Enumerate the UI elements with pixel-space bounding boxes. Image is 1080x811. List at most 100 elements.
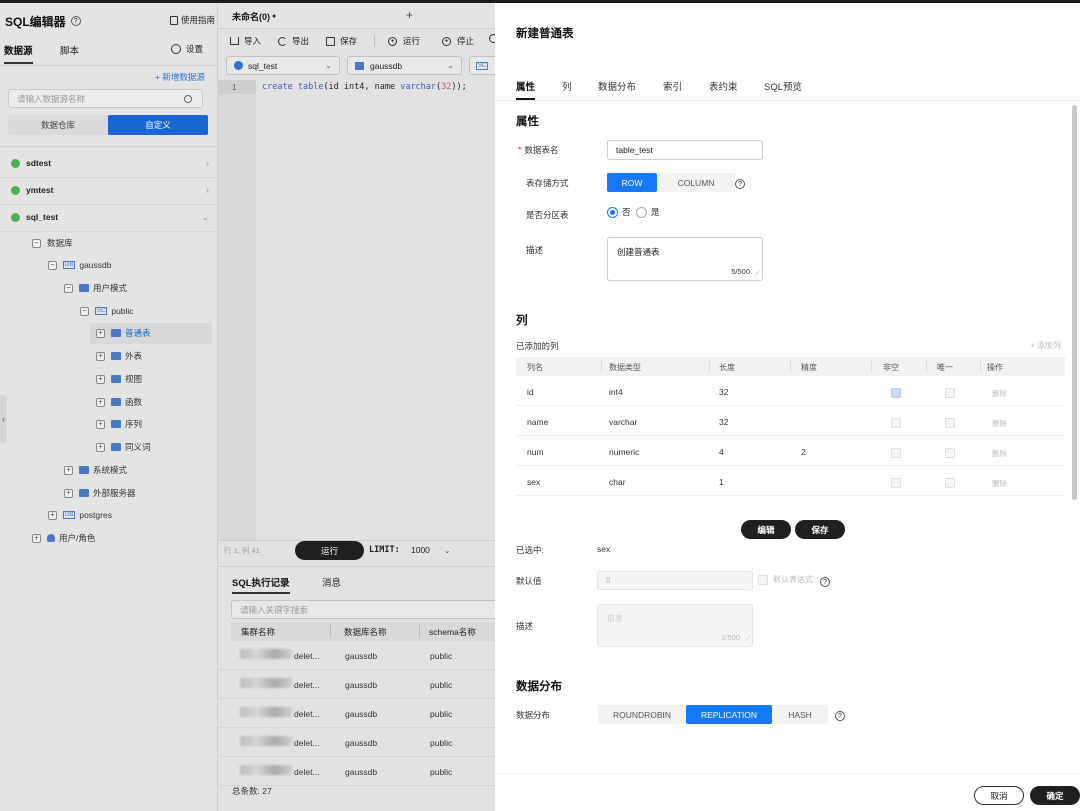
datasource-search[interactable]: 请输入数据源名称 [8,89,203,108]
delete-link[interactable]: 删除 [992,388,1007,399]
source-item-sql-test[interactable]: sql_test ⌄ [11,209,209,225]
database-select[interactable]: gaussdb ⌄ [347,56,462,75]
tab-constraints[interactable]: 表约束 [709,79,738,93]
column-row[interactable]: name varchar 32 删除 [516,406,1065,436]
collapse-icon[interactable]: − [32,238,41,248]
tab-script[interactable]: 脚本 [60,43,79,57]
column-row[interactable]: sex char 1 删除 [516,466,1065,496]
not-null-checkbox[interactable] [891,418,901,428]
save-button[interactable]: 保存 [326,34,357,48]
tree-users-roles[interactable]: + 用户/角色 [32,530,95,546]
column-row[interactable]: id int4 32 删除 [516,376,1065,406]
tree-system-schema[interactable]: + 系统模式 [64,462,127,478]
not-null-checkbox[interactable] [891,448,901,458]
history-search[interactable]: 请输入关键字搜索 [231,600,501,619]
partition-yes-radio[interactable]: 是 [636,206,660,218]
not-null-checkbox-checked[interactable] [891,388,901,398]
column-row[interactable]: num numeric 4 2 删除 [516,436,1065,466]
table-name-input[interactable]: table_test [607,140,763,160]
tab-distribution[interactable]: 数据分布 [598,79,636,93]
collapse-sidebar-handle[interactable]: ‹ [0,395,7,443]
tree-postgres[interactable]: + DB postgres [48,507,112,523]
tree-views[interactable]: + 视图 [96,371,142,387]
export-button[interactable]: 导出 [278,34,309,48]
history-row[interactable]: delet... gaussdb public [218,641,495,670]
tab-datasource[interactable]: 数据源 [4,43,33,64]
confirm-button[interactable]: 确定 [1030,786,1080,805]
resize-handle-icon[interactable]: ⟋ [745,636,750,644]
help-icon[interactable]: ? [70,16,81,26]
run-button[interactable]: 运行 [295,541,364,560]
delete-link[interactable]: 删除 [992,448,1007,459]
expand-icon[interactable]: + [64,465,73,475]
distribution-replication[interactable]: REPLICATION [686,705,772,724]
help-icon[interactable]: ? [820,577,830,587]
stop-button[interactable]: ● 停止 [442,34,474,48]
default-expression-checkbox[interactable]: 默认表达式 [758,574,813,585]
save-column-button[interactable]: 保存 [795,520,845,539]
tree-tables[interactable]: + 普通表 [96,325,151,341]
delete-link[interactable]: 删除 [992,418,1007,429]
add-tab-button[interactable]: + [406,8,413,22]
distribution-hash[interactable]: HASH [772,705,828,724]
not-null-checkbox[interactable] [891,478,901,488]
column-description-textarea[interactable]: 信息 2/500 ⟋ [597,604,753,647]
description-textarea[interactable]: 创建普通表 5/500 ⟋ [607,237,763,281]
source-item-ymtest[interactable]: ymtest › [11,182,209,198]
tree-synonyms[interactable]: + 同义词 [96,439,151,455]
add-column-button[interactable]: + 添加列 [1030,340,1061,351]
tree-gaussdb[interactable]: − DB gaussdb [48,257,111,273]
tab-sql-history[interactable]: SQL执行记录 [232,575,290,594]
source-item-sdtest[interactable]: sdtest › [11,155,209,171]
limit-select[interactable]: 1000 ⌄ [411,543,451,557]
tree-foreign[interactable]: + 外表 [96,348,142,364]
search-icon[interactable] [184,94,192,103]
default-value-input[interactable]: 8 [597,571,753,590]
tab-columns[interactable]: 列 [562,79,572,93]
collapse-icon[interactable]: − [64,283,73,293]
expand-icon[interactable]: + [96,442,105,452]
tab-messages[interactable]: 消息 [322,575,341,589]
expand-icon[interactable]: + [48,510,57,520]
distribution-roundrobin[interactable]: ROUNDROBIN [598,705,686,724]
resize-handle-icon[interactable]: ⟋ [755,270,760,278]
expand-icon[interactable]: + [32,533,41,543]
unique-checkbox[interactable] [945,418,955,428]
storage-column-option[interactable]: COLUMN [657,173,735,192]
code-line[interactable]: create table(id int4, name varchar(32)); [262,82,467,92]
guide-link[interactable]: 使用指南 [170,14,215,26]
cancel-button[interactable]: 取消 [974,786,1024,805]
history-row[interactable]: delet... gaussdb public [218,670,495,699]
expand-icon[interactable]: + [96,328,105,338]
tree-database[interactable]: − 数据库 [32,235,73,251]
history-row[interactable]: delet... gaussdb public [218,757,495,786]
delete-link[interactable]: 删除 [992,478,1007,489]
expand-icon[interactable]: + [96,419,105,429]
settings-button[interactable]: 设置 [171,43,203,55]
help-icon[interactable]: ? [735,179,745,189]
help-icon[interactable]: ? [835,711,845,721]
tree-user-schema[interactable]: − 用户模式 [64,280,127,296]
edit-column-button[interactable]: 编辑 [741,520,791,539]
tree-sequences[interactable]: + 序列 [96,416,142,432]
expand-icon[interactable]: + [64,488,73,498]
expand-icon[interactable]: + [96,397,105,407]
tree-external-server[interactable]: + 外部服务器 [64,485,136,501]
tree-public[interactable]: − SC public [80,303,134,319]
drawer-scrollbar[interactable] [1072,105,1077,500]
unique-checkbox[interactable] [945,478,955,488]
expand-icon[interactable]: + [96,351,105,361]
datasource-select[interactable]: sql_test ⌄ [226,56,340,75]
tab-attributes[interactable]: 属性 [516,79,536,100]
collapse-icon[interactable]: − [48,260,57,270]
history-row[interactable]: delet... gaussdb public [218,728,495,757]
collapse-icon[interactable]: − [80,306,89,316]
import-button[interactable]: 导入 [230,34,261,48]
expand-icon[interactable]: + [96,374,105,384]
storage-row-option[interactable]: ROW [607,173,657,192]
tree-functions[interactable]: + 函数 [96,394,142,410]
seg-custom[interactable]: 自定义 [108,115,208,135]
partition-no-radio[interactable]: 否 [607,206,631,218]
unique-checkbox[interactable] [945,448,955,458]
tab-index[interactable]: 索引 [663,79,682,93]
